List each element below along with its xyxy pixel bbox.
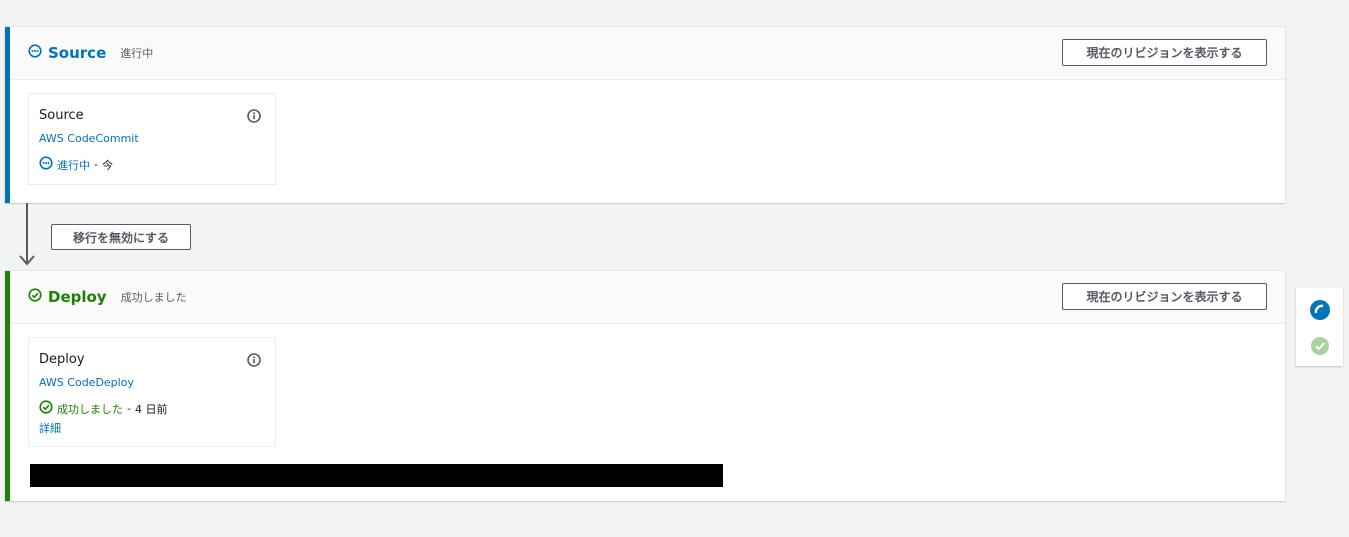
info-icon[interactable] xyxy=(247,108,261,127)
status-separator: - xyxy=(127,402,131,415)
view-current-revision-button[interactable]: 現在のリビジョンを表示する xyxy=(1062,283,1267,310)
action-card-deploy: Deploy AWS CodeDeploy 成功しました - 4 日前 詳細 xyxy=(28,337,276,447)
stage-status: 成功しました xyxy=(120,291,187,304)
action-name: Deploy xyxy=(39,352,85,367)
info-icon[interactable] xyxy=(247,352,261,371)
stage-title-text: Deploy xyxy=(48,288,107,306)
stage-title: Deploy xyxy=(28,288,107,306)
action-details-link[interactable]: 詳細 xyxy=(39,420,265,436)
action-time: 4 日前 xyxy=(134,402,168,416)
action-provider-link[interactable]: AWS CodeDeploy xyxy=(39,376,265,389)
in-progress-icon xyxy=(28,44,42,62)
stage-title-text: Source xyxy=(48,44,107,62)
action-status-label: 進行中 xyxy=(57,158,90,172)
in-progress-icon xyxy=(39,156,53,173)
action-time: 今 xyxy=(101,158,113,172)
action-card-source: Source AWS CodeCommit 進行中 - 今 xyxy=(28,93,276,185)
view-current-revision-button[interactable]: 現在のリビジョンを表示する xyxy=(1062,39,1267,66)
success-check-icon xyxy=(39,400,53,417)
stage-status: 進行中 xyxy=(120,47,154,60)
stage-header: Deploy 成功しました 現在のリビジョンを表示する xyxy=(10,271,1285,324)
success-check-icon[interactable] xyxy=(1310,336,1330,360)
stage-nav-panel xyxy=(1296,288,1343,366)
redacted-bar xyxy=(30,464,723,487)
in-progress-icon[interactable] xyxy=(1309,300,1330,324)
stage-source: Source 進行中 現在のリビジョンを表示する Source AWS Code… xyxy=(5,27,1285,203)
action-status-label: 成功しました xyxy=(57,402,123,416)
disable-transition-button[interactable]: 移行を無効にする xyxy=(51,224,191,250)
status-separator: - xyxy=(94,158,98,171)
stage-deploy: Deploy 成功しました 現在のリビジョンを表示する Deploy AWS C… xyxy=(5,271,1285,501)
stage-title: Source xyxy=(28,44,106,62)
arrow-down-icon xyxy=(18,250,36,272)
action-status: 進行中 - 今 xyxy=(39,156,265,173)
stage-header: Source 進行中 現在のリビジョンを表示する xyxy=(10,27,1285,80)
action-status: 成功しました - 4 日前 xyxy=(39,400,265,417)
action-name: Source xyxy=(39,108,84,123)
success-check-icon xyxy=(28,288,42,306)
action-provider-link[interactable]: AWS CodeCommit xyxy=(39,132,265,145)
